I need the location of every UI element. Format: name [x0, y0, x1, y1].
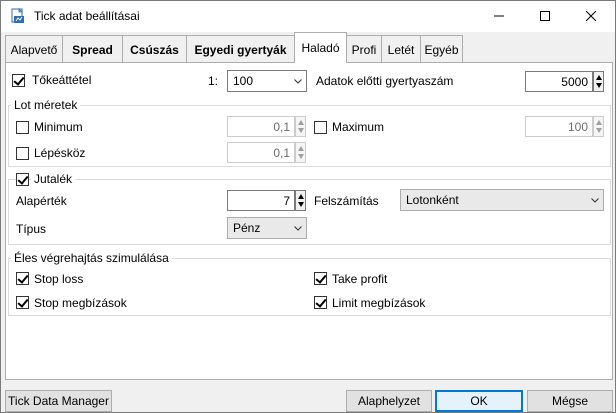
button-label: Mégse: [551, 394, 589, 408]
maximum-checkbox[interactable]: [314, 121, 327, 134]
stop-orders-checkbox[interactable]: [16, 296, 29, 309]
lot-group: [8, 105, 611, 167]
tab-panel-halado: Tőkeáttétel 1: 100 Adatok előtti gyertya…: [5, 62, 613, 380]
arrow-up-icon: [596, 75, 602, 80]
tab-profi[interactable]: Profi: [346, 35, 382, 63]
arrow-down-icon: [596, 83, 602, 88]
tab-label: Spread: [72, 42, 113, 57]
tab-label: Csúszás: [130, 42, 179, 57]
leverage-select[interactable]: 100: [227, 70, 307, 92]
base-label: Alapérték: [16, 194, 67, 208]
sim-group-title: Éles végrehajtás szimulálása: [11, 251, 172, 265]
jutalek-checkbox[interactable]: [16, 173, 29, 186]
tab-alapveto[interactable]: Alapvető: [5, 35, 63, 63]
title-bar: Tick adat beállításai: [1, 1, 615, 32]
minimum-value: 0,1: [273, 119, 290, 134]
ratio-prefix: 1:: [208, 74, 219, 88]
candles-value: 5000: [561, 74, 588, 89]
maximum-value: 100: [567, 119, 588, 134]
chevron-down-icon: [290, 225, 306, 231]
arrow-down-icon: [596, 128, 602, 133]
step-label: Lépésköz: [34, 146, 86, 160]
stop-orders-label: Stop megbízások: [34, 296, 127, 310]
minimum-stepper[interactable]: [295, 116, 306, 137]
chevron-down-icon: [290, 78, 306, 84]
base-stepper[interactable]: [295, 190, 306, 211]
reset-button[interactable]: Alaphelyzet: [346, 390, 432, 412]
button-label: OK: [470, 394, 488, 408]
tab-halado[interactable]: Haladó: [294, 32, 347, 63]
arrow-up-icon: [298, 194, 304, 199]
minimum-checkbox[interactable]: [16, 121, 29, 134]
step-input[interactable]: 0,1: [227, 142, 295, 163]
minimize-button[interactable]: [476, 1, 522, 32]
window-title: Tick adat beállításai: [34, 9, 140, 23]
stop-loss-checkbox[interactable]: [16, 272, 29, 285]
tick-data-icon: [10, 8, 26, 25]
minimum-label: Minimum: [34, 120, 83, 134]
maximum-label: Maximum: [332, 120, 385, 134]
leverage-value: 100: [233, 74, 254, 88]
candles-stepper[interactable]: [593, 71, 604, 92]
arrow-up-icon: [298, 120, 304, 125]
lot-group-title: Lot méretek: [11, 98, 81, 112]
jutalek-group-title: Jutalék: [31, 172, 76, 186]
minimize-icon: [494, 10, 504, 24]
cancel-button[interactable]: Mégse: [527, 390, 613, 412]
maximum-input[interactable]: 100: [525, 116, 593, 137]
step-stepper[interactable]: [295, 142, 306, 163]
chevron-down-icon: [587, 197, 603, 203]
tokeattetel-checkbox[interactable]: [12, 74, 25, 87]
maximize-button[interactable]: [522, 1, 568, 32]
step-value: 0,1: [273, 145, 290, 160]
arrow-down-icon: [298, 202, 304, 207]
type-label: Típus: [16, 222, 47, 236]
tokeattetel-label: Tőkeáttétel: [32, 73, 92, 87]
calc-select[interactable]: Lotonként: [400, 189, 604, 211]
tab-label: Haladó: [301, 41, 340, 55]
close-icon: [585, 10, 597, 24]
tab-label: Egyedi gyertyák: [194, 42, 287, 57]
candles-label: Adatok előtti gyertyaszám: [316, 74, 454, 88]
tab-spread[interactable]: Spread: [62, 35, 123, 63]
tab-egyeb[interactable]: Egyéb: [420, 35, 463, 63]
arrow-down-icon: [298, 154, 304, 159]
maximize-icon: [540, 10, 550, 24]
tab-egyedi-gyertyak[interactable]: Egyedi gyertyák: [186, 35, 295, 63]
button-label: Alaphelyzet: [357, 394, 421, 408]
minimum-input[interactable]: 0,1: [227, 116, 295, 137]
take-profit-checkbox[interactable]: [314, 272, 327, 285]
step-checkbox[interactable]: [16, 147, 29, 160]
base-value: 7: [283, 193, 290, 208]
tab-label: Egyéb: [424, 42, 459, 57]
arrow-down-icon: [298, 128, 304, 133]
button-label: Tick Data Manager: [8, 394, 109, 408]
base-input[interactable]: 7: [227, 190, 295, 211]
close-button[interactable]: [568, 1, 614, 32]
calc-label: Felszámítás: [314, 194, 379, 208]
dialog-window: Tick adat beállításai Alapvető Spread Cs…: [0, 0, 616, 413]
limit-orders-label: Limit megbízások: [332, 296, 426, 310]
limit-orders-checkbox[interactable]: [314, 296, 327, 309]
tab-label: Alapvető: [10, 42, 58, 57]
ok-button[interactable]: OK: [435, 390, 523, 412]
tab-letet[interactable]: Letét: [381, 35, 421, 63]
calc-value: Lotonként: [406, 193, 459, 207]
type-select[interactable]: Pénz: [227, 217, 307, 239]
tick-data-manager-button[interactable]: Tick Data Manager: [5, 390, 112, 412]
tab-label: Letét: [387, 42, 415, 57]
maximum-stepper[interactable]: [593, 116, 604, 137]
take-profit-label: Take profit: [332, 272, 388, 286]
type-value: Pénz: [233, 221, 261, 235]
candles-input[interactable]: 5000: [525, 71, 593, 92]
arrow-up-icon: [596, 120, 602, 125]
stop-loss-label: Stop loss: [34, 272, 84, 286]
tab-csuszas[interactable]: Csúszás: [122, 35, 187, 63]
tab-label: Profi: [351, 42, 377, 57]
arrow-up-icon: [298, 146, 304, 151]
